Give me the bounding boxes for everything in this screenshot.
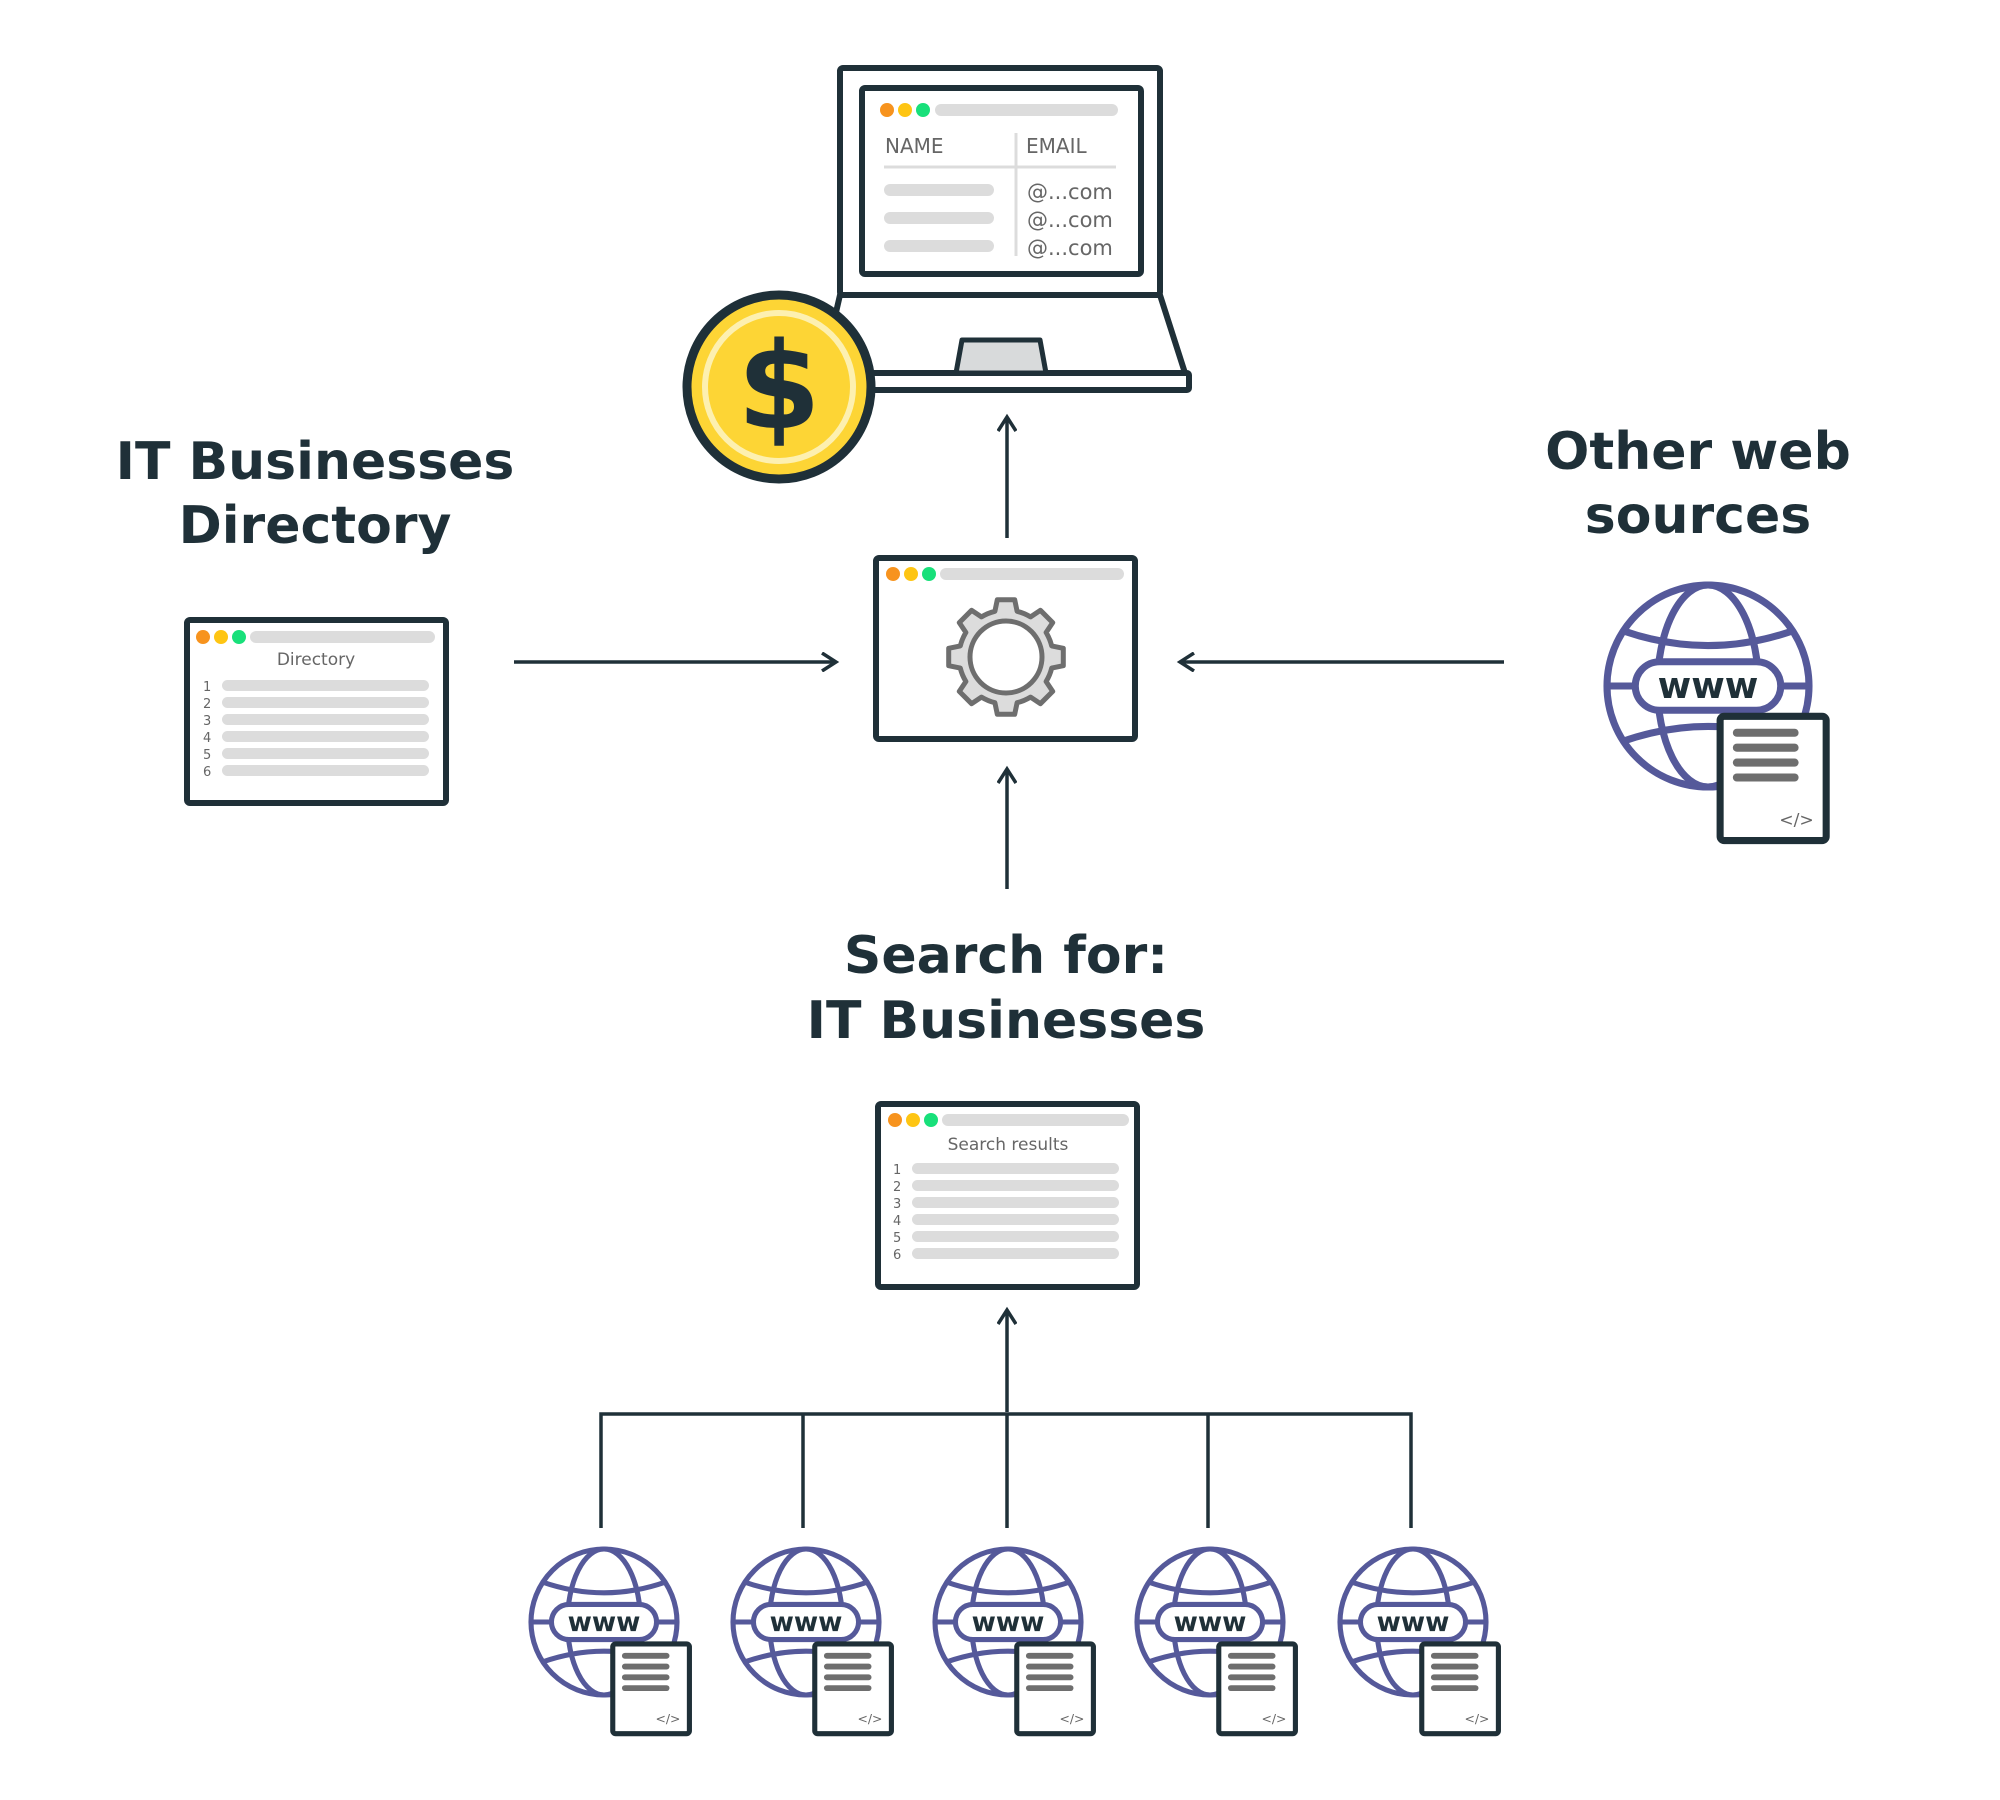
row-number: 5: [203, 748, 211, 763]
code-tag: </>: [655, 1711, 680, 1726]
window-dot-green: [922, 567, 936, 581]
row-placeholder: [912, 1248, 1119, 1259]
window-dot-orange: [880, 103, 894, 117]
web-source-search-3: www </>: [932, 1546, 1096, 1737]
code-document-icon: </>: [610, 1641, 692, 1737]
row-placeholder: [912, 1214, 1119, 1225]
www-text: www: [972, 1608, 1045, 1638]
www-text: www: [1174, 1608, 1247, 1638]
row-placeholder: [222, 765, 429, 776]
code-tag: </>: [1464, 1711, 1489, 1726]
code-document-icon: </>: [1014, 1641, 1096, 1737]
www-text: www: [1658, 664, 1759, 707]
address-bar: [935, 104, 1118, 116]
window-dot-yellow: [906, 1113, 920, 1127]
window-dot-green: [924, 1113, 938, 1127]
label-search-line2: IT Businesses: [807, 991, 1206, 1051]
dollar-coin-icon: $: [682, 290, 876, 484]
label-directory: IT Businesses Directory: [116, 432, 515, 556]
row-number: 6: [893, 1248, 901, 1263]
row-placeholder: [222, 680, 429, 691]
label-search-line1: Search for:: [844, 926, 1168, 986]
window-dot-orange: [886, 567, 900, 581]
www-text: www: [770, 1608, 843, 1638]
address-bar: [940, 568, 1124, 580]
window-dot-orange: [196, 630, 210, 644]
email-value: @...com: [1027, 180, 1113, 204]
name-placeholder: [884, 212, 994, 224]
column-header-email: EMAIL: [1026, 134, 1087, 158]
row-placeholder: [912, 1163, 1119, 1174]
row-number: 3: [203, 714, 211, 729]
search-results-window: Search results 1 2 3 4 5 6: [875, 1101, 1140, 1290]
window-dot-yellow: [904, 567, 918, 581]
address-bar: [250, 631, 435, 643]
row-number: 2: [203, 697, 211, 712]
label-search: Search for: IT Businesses: [807, 926, 1206, 1051]
column-header-name: NAME: [885, 134, 944, 158]
search-results-title: Search results: [948, 1135, 1069, 1155]
laptop-trackpad: [953, 337, 1049, 376]
row-number: 3: [893, 1197, 901, 1212]
window-dot-yellow: [214, 630, 228, 644]
row-number: 6: [203, 765, 211, 780]
web-source-search-2: www </>: [730, 1546, 894, 1737]
row-number: 1: [893, 1163, 901, 1178]
address-bar: [942, 1114, 1129, 1126]
window-dot-yellow: [898, 103, 912, 117]
code-document-icon: </>: [1419, 1641, 1501, 1737]
label-other-line2: sources: [1585, 486, 1811, 546]
row-placeholder: [222, 714, 429, 725]
row-placeholder: [222, 748, 429, 759]
row-placeholder: [912, 1180, 1119, 1191]
code-document-icon: </>: [812, 1641, 894, 1737]
label-directory-line2: Directory: [179, 496, 452, 556]
email-value: @...com: [1027, 208, 1113, 232]
window-dot-green: [916, 103, 930, 117]
row-number: 1: [203, 680, 211, 695]
row-placeholder: [912, 1231, 1119, 1242]
row-number: 4: [893, 1214, 901, 1229]
code-tag: </>: [1261, 1711, 1286, 1726]
row-placeholder: [222, 731, 429, 742]
code-tag: </>: [1059, 1711, 1084, 1726]
row-number: 4: [203, 731, 211, 746]
sources-connector: [599, 1412, 1413, 1528]
name-placeholder: [884, 184, 994, 196]
web-source-search-4: www </>: [1134, 1546, 1298, 1737]
row-placeholder: [222, 697, 429, 708]
code-document-icon: </>: [1216, 1641, 1298, 1737]
label-directory-line1: IT Businesses: [116, 432, 515, 492]
processing-window: [873, 555, 1138, 742]
www-text: www: [568, 1608, 641, 1638]
label-other-line1: Other web: [1545, 422, 1851, 482]
web-sources: www </> www </> www </> www </> www </> www </>: [528, 581, 1830, 1737]
row-number: 5: [893, 1231, 901, 1246]
web-source-search-1: www </>: [528, 1546, 692, 1737]
directory-window: Directory 1 2 3 4 5 6: [184, 617, 449, 806]
email-value: @...com: [1027, 236, 1113, 260]
gear-hole: [967, 618, 1045, 696]
www-text: www: [1377, 1608, 1450, 1638]
scraping-diagram: NAME EMAIL @...com @...com @...com $ IT …: [116, 65, 1851, 1737]
web-source-search-5: www </>: [1337, 1546, 1501, 1737]
dollar-sign: $: [737, 318, 821, 457]
code-tag: </>: [857, 1711, 882, 1726]
web-source-other: www </>: [1603, 581, 1830, 845]
directory-title: Directory: [277, 650, 355, 670]
window-dot-green: [232, 630, 246, 644]
label-other-sources: Other web sources: [1545, 422, 1851, 546]
name-placeholder: [884, 240, 994, 252]
window-dot-orange: [888, 1113, 902, 1127]
code-document-icon: </>: [1716, 712, 1830, 845]
row-placeholder: [912, 1197, 1119, 1208]
code-tag: </>: [1779, 811, 1814, 831]
row-number: 2: [893, 1180, 901, 1195]
